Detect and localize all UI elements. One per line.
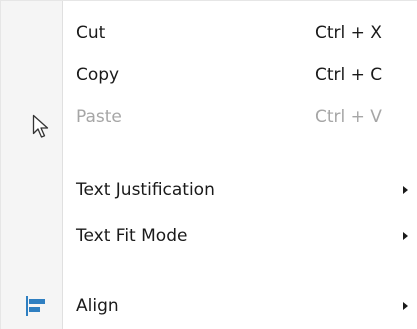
submenu-arrow-icon <box>403 186 408 194</box>
menu-item-copy[interactable]: Copy Ctrl + C <box>1 56 417 94</box>
menu-item-label: Cut <box>76 23 106 43</box>
menu-item-text-justification[interactable]: Text Justification <box>1 171 417 209</box>
menu-item-text-fit-mode[interactable]: Text Fit Mode <box>1 217 417 255</box>
submenu-arrow-icon <box>403 302 408 310</box>
menu-item-shortcut: Ctrl + X <box>315 23 382 43</box>
menu-item-label: Copy <box>76 65 120 85</box>
menu-item-label: Text Justification <box>76 180 215 200</box>
menu-item-label: Align <box>76 296 119 316</box>
mouse-pointer-icon <box>32 114 49 138</box>
menu-item-shortcut: Ctrl + V <box>315 107 382 127</box>
menu-item-label: Text Fit Mode <box>76 226 188 246</box>
menu-item-paste[interactable]: Paste Ctrl + V <box>1 98 417 136</box>
menu-item-shortcut: Ctrl + C <box>315 65 383 85</box>
menu-item-align[interactable]: Align <box>1 287 417 325</box>
menu-item-cut[interactable]: Cut Ctrl + X <box>1 14 417 52</box>
submenu-arrow-icon <box>403 232 408 240</box>
align-left-icon <box>26 296 45 316</box>
context-menu: Cut Ctrl + X Copy Ctrl + C Paste Ctrl + … <box>0 0 417 329</box>
menu-item-label: Paste <box>76 107 122 127</box>
